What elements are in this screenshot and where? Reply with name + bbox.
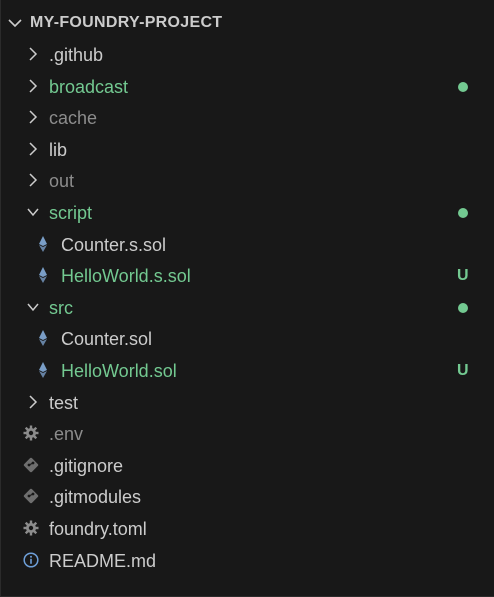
- project-title: MY-FOUNDRY-PROJECT: [30, 14, 223, 31]
- solidity-icon: [39, 330, 47, 347]
- tree-item-label: README.md: [49, 550, 157, 571]
- tree-folder-lib[interactable]: lib: [1, 134, 494, 165]
- tree-file-readme-md[interactable]: README.md: [1, 545, 494, 576]
- tree-folder-github[interactable]: .github: [1, 39, 494, 70]
- tree-item-label: lib: [49, 139, 68, 160]
- file-explorer: MY-FOUNDRY-PROJECT .github broadcast cache…: [0, 0, 494, 597]
- tree-item-label: out: [49, 171, 75, 192]
- info-icon: [23, 552, 39, 568]
- tree-item-label: .env: [49, 424, 84, 445]
- chevron-down-icon: [27, 303, 39, 311]
- tree-item-label: broadcast: [49, 76, 129, 97]
- tree-item-label: cache: [49, 108, 98, 129]
- tree-item-label: script: [49, 203, 93, 223]
- git-icon: [23, 457, 39, 472]
- tree-item-label: foundry.toml: [49, 519, 147, 539]
- tree-folder-src[interactable]: src: [1, 292, 494, 323]
- tree-file-env[interactable]: .env: [1, 418, 494, 449]
- tree-folder-out[interactable]: out: [1, 165, 494, 196]
- tree-file-foundry-toml[interactable]: foundry.toml: [1, 513, 494, 544]
- tree-folder-script[interactable]: script: [1, 197, 494, 228]
- tree-file-gitmodules[interactable]: .gitmodules: [1, 481, 494, 512]
- git-status-badge: U: [457, 362, 469, 379]
- tree-file-helloworld-s-sol[interactable]: HelloWorld.s.sol U: [1, 260, 494, 291]
- solidity-icon: [39, 235, 47, 252]
- chevron-right-icon: [29, 173, 38, 187]
- tree-folder-test[interactable]: test: [1, 387, 494, 418]
- gear-icon: [23, 520, 39, 536]
- chevron-down-icon: [8, 19, 22, 28]
- tree-item-label: .github: [49, 45, 104, 65]
- tree-file-gitignore[interactable]: .gitignore: [1, 450, 494, 481]
- tree-item-label: .gitignore: [49, 455, 124, 476]
- chevron-down-icon: [27, 208, 39, 217]
- chevron-right-icon: [29, 142, 38, 156]
- tree-file-helloworld-sol[interactable]: HelloWorld.sol U: [1, 355, 494, 386]
- tree-folder-broadcast[interactable]: broadcast: [1, 71, 494, 102]
- tree-folder-cache[interactable]: cache: [1, 102, 494, 133]
- chevron-right-icon: [29, 110, 38, 124]
- tree-item-label: Counter.sol: [61, 329, 153, 350]
- tree-item-label: HelloWorld.sol: [61, 361, 177, 381]
- chevron-right-icon: [29, 79, 38, 93]
- git-status-dot: [458, 81, 468, 92]
- tree-item-label: src: [49, 297, 73, 318]
- tree-item-label: Counter.s.sol: [61, 234, 167, 255]
- project-section-header[interactable]: MY-FOUNDRY-PROJECT: [1, 7, 494, 39]
- gear-icon: [23, 425, 39, 441]
- git-status-dot: [458, 302, 468, 313]
- chevron-right-icon: [29, 395, 38, 409]
- solidity-icon: [39, 362, 47, 378]
- tree-item-label: .gitmodules: [49, 487, 142, 508]
- git-status-dot: [458, 208, 468, 218]
- git-status-badge: U: [457, 267, 469, 285]
- tree-file-counter-s-sol[interactable]: Counter.s.sol: [1, 229, 494, 260]
- git-icon: [23, 489, 39, 504]
- chevron-right-icon: [29, 47, 38, 61]
- solidity-icon: [39, 267, 47, 284]
- tree-file-counter-sol[interactable]: Counter.sol: [1, 323, 494, 354]
- tree-item-label: HelloWorld.s.sol: [61, 266, 191, 287]
- tree-item-label: test: [49, 392, 79, 413]
